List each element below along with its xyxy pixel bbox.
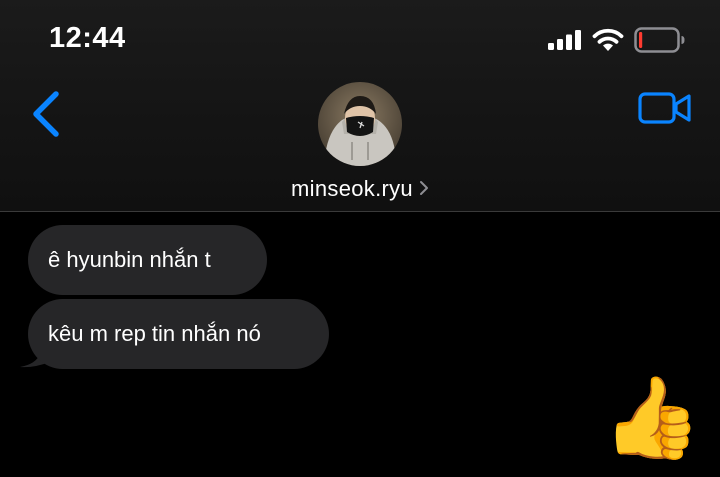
back-chevron-icon[interactable] xyxy=(30,90,64,138)
contact-name-button[interactable]: minseok.ryu xyxy=(0,176,720,202)
chevron-right-icon xyxy=(419,181,428,195)
battery-low-icon xyxy=(634,27,685,53)
status-time: 12:44 xyxy=(49,22,126,54)
contact-avatar[interactable] xyxy=(318,82,402,166)
wifi-icon xyxy=(592,28,624,51)
contact-name: minseok.ryu xyxy=(291,176,413,201)
header-divider xyxy=(0,211,720,212)
incoming-message-bubble[interactable]: ê hyunbin nhắn t xyxy=(28,225,267,295)
thumbs-up-emoji-message[interactable]: 👍 xyxy=(602,378,702,458)
video-call-icon[interactable] xyxy=(638,92,692,124)
avatar-photo xyxy=(318,82,402,166)
incoming-message-bubble[interactable]: kêu m rep tin nhắn nó xyxy=(28,299,329,369)
cellular-signal-icon xyxy=(548,30,581,50)
